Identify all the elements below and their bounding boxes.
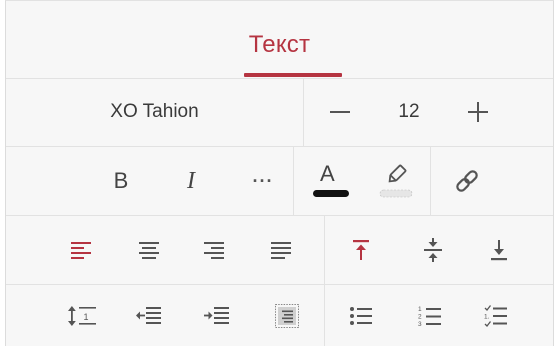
align-justify-icon: [271, 242, 291, 259]
text-format-panel: Текст XO Tahion 12 B I ··· A 1 1 2 3 1.: [5, 0, 554, 346]
more-glyph: ···: [252, 170, 274, 191]
checklist-button[interactable]: 1.: [471, 285, 521, 346]
bold-glyph: B: [113, 168, 129, 193]
svg-text:1.: 1.: [484, 314, 490, 321]
text-color-letter: A: [320, 161, 335, 186]
increase-size-button[interactable]: [442, 78, 514, 146]
svg-text:2: 2: [418, 314, 422, 321]
divider: [324, 285, 325, 346]
plus-icon: [468, 102, 488, 122]
valign-bottom-button[interactable]: [474, 216, 524, 284]
line-spacing-button[interactable]: 1: [54, 285, 110, 346]
italic-glyph: I: [187, 167, 195, 194]
align-right-icon: [204, 242, 224, 259]
decrease-indent-button[interactable]: [121, 285, 177, 346]
link-icon: [456, 170, 478, 192]
font-size-value[interactable]: 12: [376, 78, 442, 146]
font-row: XO Tahion 12: [6, 78, 553, 147]
decrease-indent-icon: [136, 307, 161, 324]
align-center-button[interactable]: [124, 216, 174, 284]
divider: [293, 147, 294, 215]
valign-bottom-icon: [491, 240, 507, 261]
highlight-button[interactable]: [364, 147, 428, 215]
tab-bar: Текст: [6, 1, 553, 79]
valign-top-button[interactable]: [336, 216, 386, 284]
active-tab-indicator: [244, 73, 342, 77]
text-color-swatch: [313, 190, 349, 197]
style-row: B I ··· A: [6, 147, 553, 216]
bullet-list-button[interactable]: [336, 285, 386, 346]
font-size-label: 12: [398, 101, 420, 122]
increase-indent-button[interactable]: [189, 285, 245, 346]
text-color-icon: A: [311, 161, 351, 201]
font-name-selector[interactable]: XO Tahion: [6, 78, 303, 146]
numbered-list-button[interactable]: 1 2 3: [405, 285, 455, 346]
line-spacing-icon: 1: [68, 306, 96, 326]
align-left-button[interactable]: [56, 216, 106, 284]
align-right-button[interactable]: [189, 216, 239, 284]
highlighter-icon: [379, 164, 413, 198]
divider: [430, 147, 431, 215]
wrap-text-button[interactable]: [262, 285, 312, 346]
checklist-icon: 1.: [484, 305, 507, 327]
increase-indent-icon: [204, 307, 229, 324]
bold-button[interactable]: B: [96, 147, 146, 215]
svg-text:1: 1: [84, 312, 89, 322]
paragraph-row: 1 1 2 3 1.: [6, 285, 553, 346]
divider: [324, 216, 325, 284]
italic-button[interactable]: I: [166, 147, 216, 215]
svg-text:3: 3: [418, 321, 422, 328]
more-button[interactable]: ···: [236, 147, 290, 215]
text-color-button[interactable]: A: [296, 147, 366, 215]
align-center-icon: [139, 242, 159, 259]
minus-icon: [330, 111, 350, 113]
valign-top-icon: [353, 240, 369, 260]
decrease-size-button[interactable]: [304, 78, 376, 146]
bullet-list-icon: [350, 307, 372, 325]
font-name-label: XO Tahion: [110, 101, 199, 122]
valign-middle-icon: [424, 238, 442, 262]
valign-middle-button[interactable]: [408, 216, 458, 284]
alignment-row: [6, 216, 553, 285]
tab-text[interactable]: Текст: [6, 31, 553, 59]
wrap-text-icon: [275, 304, 299, 328]
svg-text:1: 1: [418, 306, 422, 313]
align-justify-button[interactable]: [256, 216, 306, 284]
link-button[interactable]: [432, 147, 502, 215]
align-left-icon: [71, 242, 91, 259]
numbered-list-icon: 1 2 3: [418, 306, 441, 328]
